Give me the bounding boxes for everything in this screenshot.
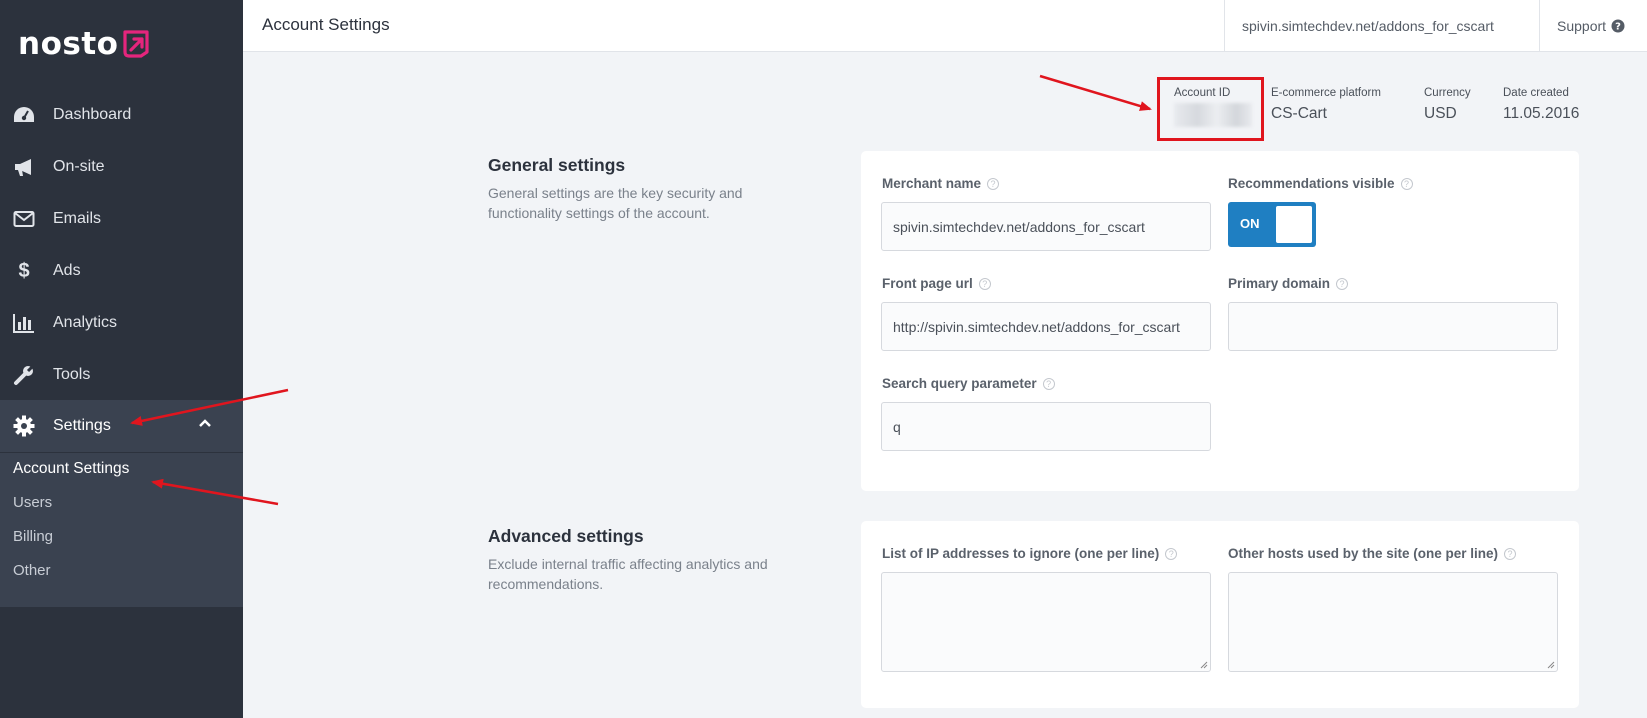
wrench-icon: [12, 363, 36, 387]
platform-label: E-commerce platform: [1271, 87, 1381, 99]
general-settings-card: Merchant name? spivin.simtechdev.net/add…: [861, 151, 1579, 491]
toggle-state-label: ON: [1240, 216, 1260, 231]
other-hosts-label-text: Other hosts used by the site (one per li…: [1228, 546, 1499, 561]
advanced-settings-title: Advanced settings: [488, 526, 644, 546]
merchant-name-label: Merchant name?: [882, 176, 1000, 191]
date-created-value: 11.05.2016: [1503, 105, 1580, 122]
toggle-knob: [1276, 206, 1312, 243]
sidebar-item-label: Ads: [53, 262, 81, 279]
merchant-name-label-text: Merchant name: [882, 176, 982, 191]
logo-arrow-icon: [123, 30, 150, 58]
primary-domain-label-text: Primary domain: [1228, 276, 1331, 291]
front-page-url-label: Front page url?: [882, 276, 991, 291]
sidebar-item-ads[interactable]: $ Ads: [0, 245, 243, 297]
advanced-settings-description: Exclude internal traffic affecting analy…: [488, 556, 768, 592]
help-icon[interactable]: ?: [1165, 547, 1178, 560]
subnav-other[interactable]: Other: [13, 562, 51, 579]
general-settings-title: General settings: [488, 155, 626, 175]
support-menu[interactable]: Support ?: [1539, 0, 1647, 52]
merchant-name-input[interactable]: spivin.simtechdev.net/addons_for_cscart: [881, 202, 1211, 251]
primary-domain-input[interactable]: [1228, 302, 1558, 351]
help-icon[interactable]: ?: [1400, 177, 1413, 190]
primary-domain-label: Primary domain?: [1228, 276, 1349, 291]
nosto-logo[interactable]: nosto: [18, 26, 151, 62]
support-label: Support: [1557, 18, 1607, 34]
subnav-users[interactable]: Users: [13, 494, 52, 511]
other-hosts-textarea[interactable]: [1228, 572, 1558, 672]
annotation-highlight-box: [1157, 77, 1264, 141]
recommendations-visible-label: Recommendations visible?: [1228, 176, 1413, 191]
currency-value: USD: [1424, 105, 1457, 122]
front-page-url-input[interactable]: http://spivin.simtechdev.net/addons_for_…: [881, 302, 1211, 351]
sidebar-item-settings[interactable]: Settings: [0, 400, 243, 452]
currency: Currency USD: [1424, 87, 1471, 123]
help-icon[interactable]: ?: [1336, 277, 1349, 290]
resize-grip-icon[interactable]: [1200, 661, 1208, 669]
other-hosts-label: Other hosts used by the site (one per li…: [1228, 546, 1517, 561]
annotation-arrow-account-id: [1039, 74, 1152, 111]
sidebar: nosto Dashboard On-site Emails $ Ads Ana…: [0, 0, 243, 718]
sidebar-item-label: Emails: [53, 210, 102, 227]
page-title: Account Settings: [262, 15, 390, 34]
ecommerce-platform: E-commerce platform CS-Cart: [1271, 87, 1381, 123]
megaphone-icon: [12, 155, 36, 179]
search-query-parameter-input[interactable]: q: [881, 402, 1211, 451]
advanced-settings-card: List of IP addresses to ignore (one per …: [861, 521, 1579, 708]
dollar-icon: $: [18, 259, 30, 282]
help-icon[interactable]: ?: [1504, 547, 1517, 560]
svg-text:?: ?: [1615, 22, 1621, 33]
sidebar-item-tools[interactable]: Tools: [0, 349, 243, 401]
subnav-billing[interactable]: Billing: [13, 528, 53, 545]
sidebar-item-label: Dashboard: [53, 106, 132, 123]
help-icon[interactable]: ?: [1042, 377, 1055, 390]
help-icon[interactable]: ?: [978, 277, 991, 290]
top-header: Account Settings spivin.simtechdev.net/a…: [243, 0, 1647, 52]
sidebar-item-analytics[interactable]: Analytics: [0, 297, 243, 349]
search-query-parameter-label-text: Search query parameter: [882, 376, 1037, 391]
date-created: Date created 11.05.2016: [1503, 87, 1579, 123]
resize-grip-icon[interactable]: [1547, 661, 1555, 669]
general-settings-description: General settings are the key security an…: [488, 185, 743, 221]
subnav-account-settings[interactable]: Account Settings: [13, 460, 129, 478]
ip-ignore-textarea[interactable]: [881, 572, 1211, 672]
recommendations-visible-toggle[interactable]: ON: [1228, 202, 1316, 247]
help-circle-icon: ?: [1611, 19, 1625, 33]
currency-label: Currency: [1424, 87, 1471, 99]
bar-chart-icon: [12, 311, 36, 335]
sidebar-item-label: Tools: [53, 366, 91, 383]
recommendations-visible-label-text: Recommendations visible: [1228, 176, 1395, 191]
sidebar-item-on-site[interactable]: On-site: [0, 141, 243, 193]
sidebar-item-emails[interactable]: Emails: [0, 193, 243, 245]
store-link[interactable]: spivin.simtechdev.net/addons_for_cscart: [1224, 0, 1511, 52]
envelope-icon: [12, 207, 36, 231]
help-icon[interactable]: ?: [987, 177, 1000, 190]
settings-subnav: Account Settings Users Billing Other: [0, 453, 243, 607]
sidebar-item-label: Settings: [53, 417, 111, 434]
ip-ignore-label-text: List of IP addresses to ignore (one per …: [882, 546, 1160, 561]
date-created-label: Date created: [1503, 87, 1569, 99]
search-query-parameter-label: Search query parameter?: [882, 376, 1055, 391]
gear-icon: [12, 414, 36, 438]
ip-ignore-label: List of IP addresses to ignore (one per …: [882, 546, 1178, 561]
sidebar-item-label: On-site: [53, 158, 105, 175]
platform-value: CS-Cart: [1271, 105, 1327, 122]
logo-text: nosto: [18, 26, 119, 62]
sidebar-item-label: Analytics: [53, 314, 118, 331]
dashboard-icon: [12, 103, 36, 127]
chevron-up-icon[interactable]: [198, 418, 212, 428]
sidebar-item-dashboard[interactable]: Dashboard: [0, 89, 243, 141]
front-page-url-label-text: Front page url: [882, 276, 973, 291]
